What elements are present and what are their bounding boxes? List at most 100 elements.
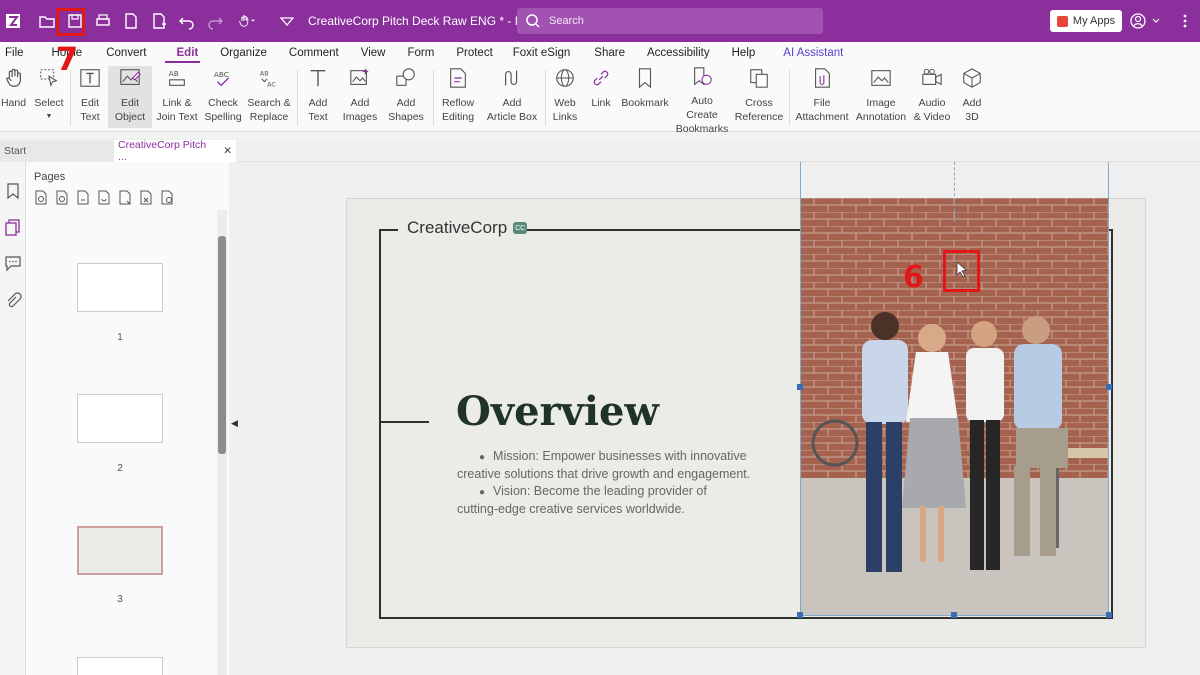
reflow-editing-icon	[446, 66, 470, 90]
create-pdf-icon[interactable]	[118, 8, 144, 34]
comments-panel-icon[interactable]	[4, 254, 22, 272]
delete-page-icon[interactable]	[137, 190, 155, 206]
menu-share[interactable]: Share	[580, 47, 635, 59]
page-thumbnail-4[interactable]	[77, 657, 163, 675]
rotate-page-icon[interactable]	[95, 190, 113, 206]
menu-file[interactable]: File	[0, 47, 34, 59]
cross-reference-icon	[747, 66, 771, 90]
customize-toolbar-icon[interactable]	[274, 8, 300, 34]
brand-wordmark: CreativeCorp CC	[407, 218, 528, 238]
menu-accessibility[interactable]: Accessibility	[635, 47, 720, 59]
web-links-button[interactable]: Web Links	[548, 66, 582, 128]
foxit-logo-icon[interactable]	[0, 8, 26, 34]
link-join-text-button[interactable]: AB Link & Join Text	[154, 66, 200, 128]
menu-help[interactable]: Help	[720, 47, 766, 59]
image-annotation-button[interactable]: Image Annotation	[855, 66, 907, 128]
close-tab-icon[interactable]: ✕	[223, 145, 232, 157]
bookmark-label: Bookmark	[621, 97, 669, 109]
reflow-editing-button[interactable]: Reflow Editing	[438, 66, 478, 128]
page-thumbnail-1[interactable]	[77, 263, 163, 312]
edit-text-label-1: Edit	[80, 97, 100, 109]
search-placeholder: Search	[549, 15, 584, 27]
hand-tool-button[interactable]: Hand	[0, 66, 27, 128]
select-dropdown-arrow[interactable]: ▼	[46, 110, 53, 124]
add-article-box-label-2: Article Box	[486, 111, 538, 123]
add-3d-button[interactable]: Add 3D	[956, 66, 988, 128]
menu-convert[interactable]: Convert	[92, 47, 156, 59]
insert-page-icon[interactable]	[74, 190, 92, 206]
hand-tool-dropdown-icon[interactable]	[230, 8, 264, 34]
menu-form[interactable]: Form	[395, 47, 444, 59]
pages-scrollbar-thumb[interactable]	[218, 236, 226, 454]
audio-video-button[interactable]: Audio & Video	[912, 66, 952, 128]
cross-reference-button[interactable]: Cross Reference	[735, 66, 783, 128]
new-page-icon[interactable]	[146, 8, 172, 34]
slide-bullets[interactable]: ● Mission: Empower businesses with innova…	[457, 448, 777, 518]
file-attachment-button[interactable]: File Attachment	[795, 66, 849, 128]
attachments-panel-icon[interactable]	[4, 292, 22, 310]
redo-icon[interactable]	[202, 8, 228, 34]
check-spelling-button[interactable]: ABC Check Spelling	[201, 66, 245, 128]
pages-toolbar	[32, 190, 179, 206]
resize-handle-bottom-right[interactable]	[1106, 612, 1112, 618]
add-article-box-button[interactable]: Add Article Box	[484, 66, 540, 128]
resize-handle-left[interactable]	[797, 384, 803, 390]
image-annotation-icon	[869, 66, 893, 90]
menu-view[interactable]: View	[349, 47, 396, 59]
page-settings-icon[interactable]	[158, 190, 176, 206]
undo-icon[interactable]	[174, 8, 200, 34]
bullet-vision-line1: Vision: Become the leading provider of	[493, 484, 707, 498]
search-box[interactable]: Search	[517, 8, 823, 34]
my-apps-button[interactable]: My Apps	[1050, 10, 1122, 32]
edit-text-button[interactable]: Edit Text	[74, 66, 106, 128]
tab-start-label: Start	[4, 145, 27, 157]
tab-start[interactable]: Start	[0, 140, 114, 162]
add-text-label-1: Add	[308, 97, 328, 109]
page-zoom-out-icon[interactable]	[32, 190, 50, 206]
more-options-icon[interactable]	[1176, 12, 1194, 30]
menu-ai-assistant[interactable]: AI Assistant	[765, 47, 853, 59]
menu-foxit-esign[interactable]: Foxit eSign	[503, 47, 581, 59]
auto-create-bookmarks-button[interactable]: Auto Create Bookmarks	[674, 66, 730, 135]
menu-organize[interactable]: Organize	[208, 47, 277, 59]
select-label: Select	[34, 97, 64, 109]
cross-reference-label-1: Cross	[745, 97, 773, 109]
bullet-mission: ● Mission: Empower businesses with innova…	[457, 448, 777, 466]
resize-handle-bottom-left[interactable]	[797, 612, 803, 618]
pages-panel-icon[interactable]	[4, 218, 22, 236]
user-account-icon[interactable]	[1130, 12, 1170, 30]
menu-protect[interactable]: Protect	[444, 47, 502, 59]
print-icon[interactable]	[90, 8, 116, 34]
menu-edit[interactable]: Edit	[157, 47, 209, 63]
article-box-icon	[500, 66, 524, 90]
edit-object-label-1: Edit	[120, 97, 140, 109]
page-thumbnail-3[interactable]	[77, 526, 163, 575]
page-thumbnail-2[interactable]	[77, 394, 163, 443]
link-button[interactable]: Link	[588, 66, 614, 128]
bookmark-icon	[633, 66, 657, 90]
search-replace-button[interactable]: AB AC Search & Replace	[246, 66, 292, 128]
hand-icon	[2, 66, 26, 90]
add-text-button[interactable]: Add Text	[302, 66, 334, 128]
web-links-label-1: Web	[554, 97, 576, 109]
resize-handle-right[interactable]	[1106, 384, 1112, 390]
bookmark-button[interactable]: Bookmark	[620, 66, 670, 128]
web-links-label-2: Links	[552, 111, 578, 123]
panel-collapse-handle[interactable]: ◀	[229, 162, 240, 675]
menu-comment[interactable]: Comment	[277, 47, 349, 59]
brand-name: CreativeCorp	[407, 218, 508, 237]
tab-document[interactable]: CreativeCorp Pitch ... ✕	[114, 139, 236, 163]
spell-check-icon: ABC	[211, 66, 235, 90]
link-join-label-2: Join Text	[156, 111, 198, 123]
add-shapes-button[interactable]: Add Shapes	[384, 66, 428, 128]
add-images-label-1: Add	[350, 97, 370, 109]
extract-page-icon[interactable]	[116, 190, 134, 206]
pages-panel: Pages 1 2 3	[26, 162, 230, 675]
bookmarks-panel-icon[interactable]	[4, 182, 22, 200]
edit-object-button[interactable]: Edit Object	[108, 66, 152, 128]
edit-object-label-2: Object	[114, 111, 146, 123]
page-zoom-in-icon[interactable]	[53, 190, 71, 206]
slide-heading[interactable]: Overview	[456, 388, 659, 435]
add-images-button[interactable]: Add Images	[338, 66, 382, 128]
resize-handle-bottom-center[interactable]	[951, 612, 957, 618]
